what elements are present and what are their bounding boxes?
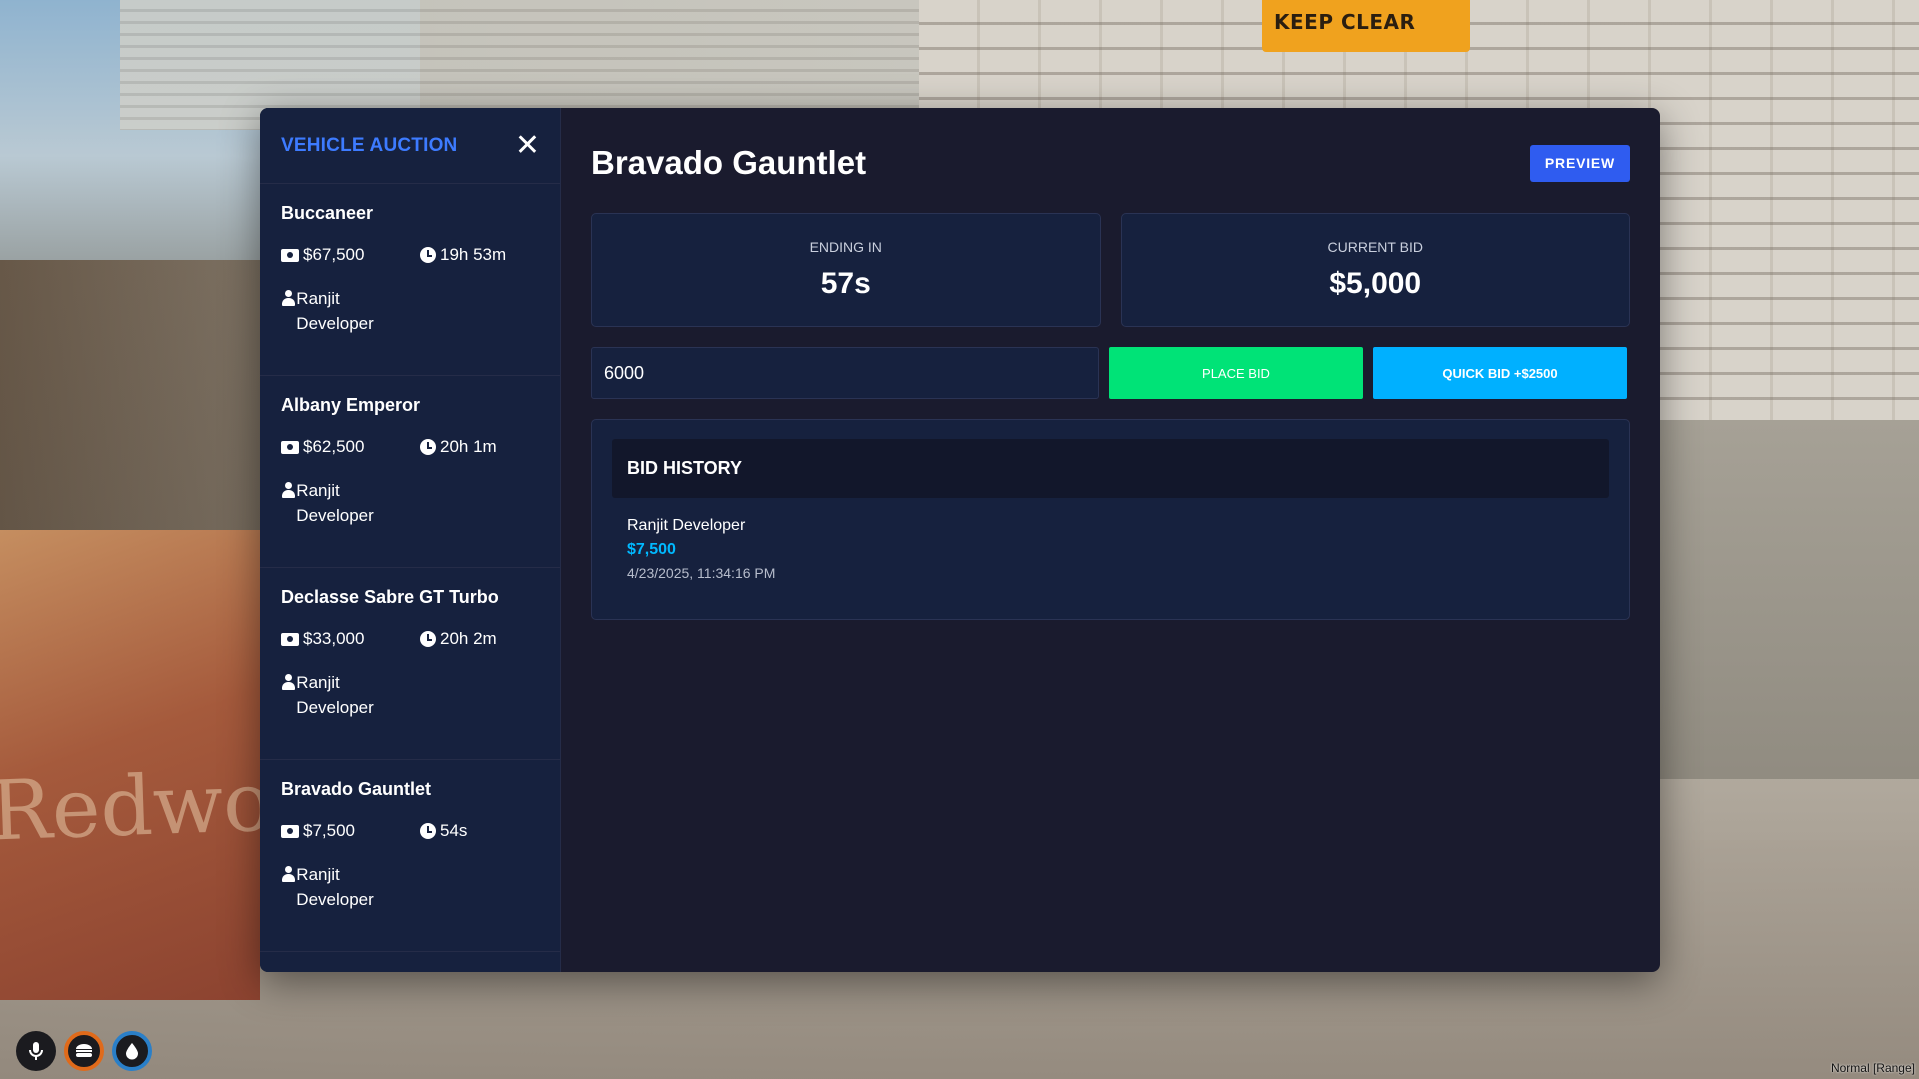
auction-item-time: 20h 1m — [420, 437, 497, 457]
auction-item-owner-name: Ranjit Developer — [296, 481, 374, 525]
cash-icon — [281, 632, 299, 646]
auction-item-albany-emperor[interactable]: Albany Emperor $62,500 20h 1m Ranjit Dev… — [260, 376, 560, 568]
auction-item-name: Buccaneer — [281, 203, 374, 223]
auction-item-time-value: 19h 53m — [440, 245, 507, 264]
close-button[interactable]: ✕ — [514, 128, 540, 162]
auction-item-price: $62,500 — [281, 437, 420, 457]
background-sign-text: KEEP CLEAR — [1274, 10, 1416, 34]
water-drop-icon — [112, 1031, 152, 1071]
auction-item-owner-name: Ranjit Developer — [296, 673, 374, 717]
current-bid-label: CURRENT BID — [1327, 239, 1423, 255]
burger-icon — [64, 1031, 104, 1071]
background-crate-text: Redwood — [0, 751, 376, 860]
voice-mode-label: Normal [Range] — [1830, 1061, 1915, 1075]
ending-in-card: ENDING IN 57s — [591, 213, 1101, 327]
bid-timestamp: 4/23/2025, 11:34:16 PM — [627, 565, 776, 581]
auction-item-bravado-gauntlet[interactable]: Bravado Gauntlet $7,500 54s Ranjit Devel… — [260, 760, 560, 952]
cash-icon — [281, 824, 299, 838]
clock-icon — [420, 823, 436, 839]
auction-item-owner-name: Ranjit Developer — [296, 289, 374, 333]
auction-item-time: 19h 53m — [420, 245, 506, 265]
cash-icon — [281, 440, 299, 454]
auction-item-owner: Ranjit Developer — [281, 670, 391, 720]
bid-amount-input[interactable] — [591, 347, 1099, 399]
clock-icon — [420, 631, 436, 647]
microphone-icon — [16, 1031, 56, 1071]
auction-item-owner: Ranjit Developer — [281, 862, 391, 912]
vehicle-title: Bravado Gauntlet — [591, 144, 867, 181]
clock-icon — [420, 439, 436, 455]
auction-detail: Bravado Gauntlet PREVIEW ENDING IN 57s C… — [561, 108, 1660, 972]
sidebar-header: VEHICLE AUCTION ✕ — [260, 108, 560, 184]
auction-item-time-value: 20h 2m — [440, 629, 497, 648]
auction-item-declasse-sabre[interactable]: Declasse Sabre GT Turbo $33,000 20h 2m R… — [260, 568, 560, 760]
auction-item-owner-name: Ranjit Developer — [296, 865, 374, 909]
auction-item-time: 20h 2m — [420, 629, 497, 649]
place-bid-button[interactable]: PLACE BID — [1109, 347, 1363, 399]
auction-item-name: Bravado Gauntlet — [281, 779, 432, 799]
preview-button[interactable]: PREVIEW — [1530, 144, 1630, 182]
bid-amount: $7,500 — [627, 541, 676, 558]
current-bid-card: CURRENT BID $5,000 — [1120, 213, 1630, 327]
cash-icon — [281, 248, 299, 262]
bid-history-title: BID HISTORY — [612, 439, 1609, 498]
auction-list: Buccaneer $67,500 19h 53m Ranjit Develop… — [260, 184, 560, 972]
bidder-name: Ranjit Developer — [627, 517, 746, 534]
auction-item-meta: $7,500 54s — [281, 821, 540, 841]
auction-item-meta: $33,000 20h 2m — [281, 629, 540, 649]
current-bid-value: $5,000 — [1329, 267, 1422, 300]
auction-item-time: 54s — [420, 821, 467, 841]
bid-history: BID HISTORY Ranjit Developer $7,500 4/23… — [591, 419, 1630, 620]
user-icon — [281, 290, 296, 307]
background-wall — [1619, 420, 1919, 840]
auction-item-price-value: $62,500 — [303, 437, 365, 456]
detail-header: Bravado Gauntlet PREVIEW — [591, 138, 1630, 188]
bid-history-entry: Ranjit Developer $7,500 4/23/2025, 11:34… — [612, 498, 1609, 581]
auction-stats: ENDING IN 57s CURRENT BID $5,000 — [591, 213, 1630, 327]
auction-item-meta: $67,500 19h 53m — [281, 245, 540, 265]
sidebar-title: VEHICLE AUCTION — [281, 134, 458, 156]
auction-item-buccaneer[interactable]: Buccaneer $67,500 19h 53m Ranjit Develop… — [260, 184, 560, 376]
hud-status — [16, 1031, 152, 1071]
clock-icon — [420, 247, 436, 263]
auction-item-price: $7,500 — [281, 821, 420, 841]
auction-item-price: $67,500 — [281, 245, 420, 265]
background-sign: KEEP CLEAR — [1262, 0, 1470, 52]
auction-item-owner: Ranjit Developer — [281, 286, 391, 336]
user-icon — [281, 674, 296, 691]
user-icon — [281, 866, 296, 883]
auction-item-name: Declasse Sabre GT Turbo — [281, 587, 499, 607]
auction-item-time-value: 20h 1m — [440, 437, 497, 456]
auction-item-price-value: $33,000 — [303, 629, 365, 648]
ending-in-value: 57s — [820, 267, 871, 300]
auction-item-name: Albany Emperor — [281, 395, 421, 415]
auction-panel: VEHICLE AUCTION ✕ Buccaneer $67,500 19h … — [260, 108, 1660, 972]
close-icon: ✕ — [514, 128, 540, 162]
auction-item-price-value: $7,500 — [303, 821, 355, 840]
auction-item-price-value: $67,500 — [303, 245, 365, 264]
auction-item-meta: $62,500 20h 1m — [281, 437, 540, 457]
ending-in-label: ENDING IN — [809, 239, 882, 255]
auction-item-owner: Ranjit Developer — [281, 478, 391, 528]
bid-controls: PLACE BID QUICK BID +$2500 — [591, 347, 1630, 399]
auction-item-price: $33,000 — [281, 629, 420, 649]
sidebar: VEHICLE AUCTION ✕ Buccaneer $67,500 19h … — [260, 108, 561, 972]
user-icon — [281, 482, 296, 499]
auction-item-time-value: 54s — [440, 821, 468, 840]
quick-bid-button[interactable]: QUICK BID +$2500 — [1373, 347, 1627, 399]
